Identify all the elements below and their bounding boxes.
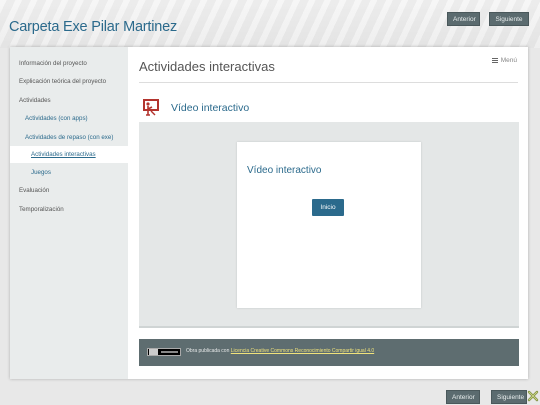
menu-label: Menú bbox=[500, 57, 517, 64]
license-link[interactable]: Licencia Creative Commons Reconocimiento… bbox=[231, 348, 374, 354]
idevice-container: Vídeo interactivo Inicio bbox=[139, 122, 519, 328]
license-footer: Obra publicada con Licencia Creative Com… bbox=[139, 339, 519, 366]
start-button[interactable]: Inicio bbox=[312, 199, 344, 216]
license-text: Obra publicada con Licencia Creative Com… bbox=[186, 348, 374, 354]
sidebar-item-informacion[interactable]: Información del proyecto bbox=[10, 55, 128, 72]
sidebar-nav: Información del proyecto Explicación teó… bbox=[10, 47, 128, 379]
sidebar-item-actividades-repaso[interactable]: Actividades de repaso (con exe) bbox=[10, 129, 128, 146]
next-button-bottom[interactable]: Siguiente bbox=[491, 390, 527, 404]
main-content: Actividades interactivas Menú Vídeo inte… bbox=[128, 47, 528, 379]
license-prefix: Obra publicada con bbox=[186, 348, 231, 354]
idevice-title: Vídeo interactivo bbox=[171, 102, 250, 114]
previous-button-top[interactable]: Anterior bbox=[447, 12, 480, 26]
sidebar-item-actividades[interactable]: Actividades bbox=[10, 92, 128, 109]
site-title: Carpeta Exe Pilar Martinez bbox=[9, 19, 178, 35]
sidebar-item-evaluacion[interactable]: Evaluación bbox=[10, 182, 128, 199]
interactive-video-title: Vídeo interactivo bbox=[247, 165, 322, 176]
cc-by-sa-badge-icon[interactable] bbox=[147, 348, 181, 356]
page-card: Información del proyecto Explicación teó… bbox=[10, 47, 528, 379]
sidebar-item-explicacion[interactable]: Explicación teórica del proyecto bbox=[10, 73, 128, 90]
menu-toggle[interactable]: Menú bbox=[491, 57, 517, 64]
title-divider bbox=[139, 82, 518, 83]
close-x-icon[interactable] bbox=[527, 390, 539, 402]
sidebar-item-actividades-interactivas[interactable]: Actividades interactivas bbox=[10, 146, 128, 163]
sidebar-item-juegos[interactable]: Juegos bbox=[10, 164, 128, 181]
presentation-board-icon bbox=[143, 99, 159, 116]
next-button-top[interactable]: Siguiente bbox=[489, 12, 529, 26]
interactive-video-card: Vídeo interactivo Inicio bbox=[237, 142, 421, 308]
sidebar-item-actividades-apps[interactable]: Actividades (con apps) bbox=[10, 110, 128, 127]
previous-button-bottom[interactable]: Anterior bbox=[446, 390, 480, 404]
page-title: Actividades interactivas bbox=[139, 59, 275, 74]
hamburger-icon bbox=[491, 57, 498, 63]
sidebar-item-temporalizacion[interactable]: Temporalización bbox=[10, 201, 128, 218]
